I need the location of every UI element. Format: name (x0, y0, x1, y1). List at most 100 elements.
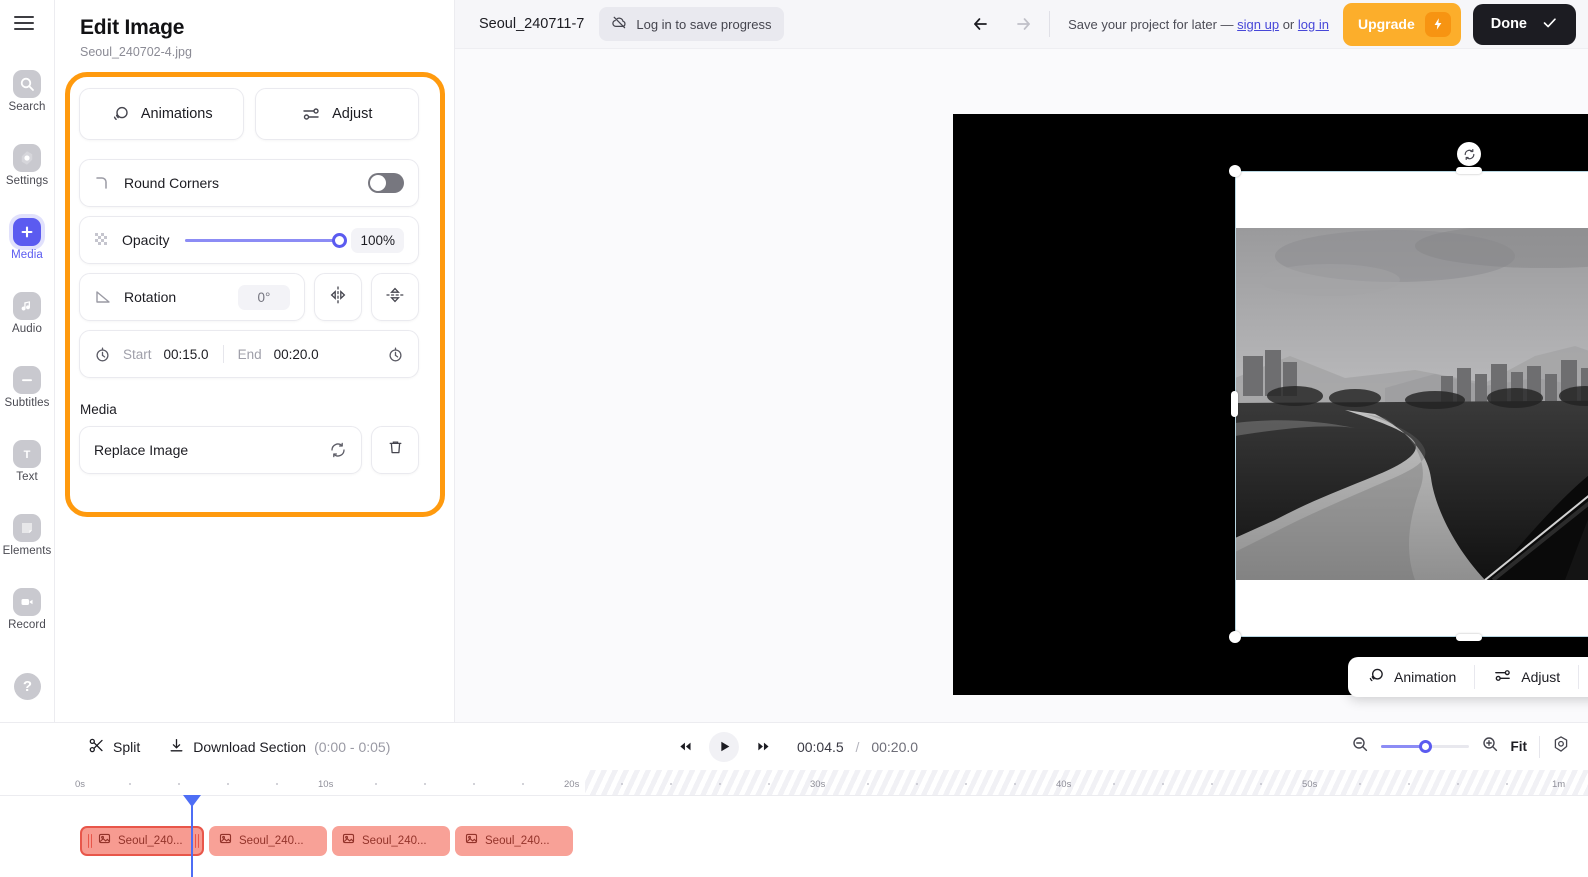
animations-icon (110, 104, 130, 124)
zoom-out-icon[interactable] (1351, 735, 1369, 758)
hamburger-icon[interactable] (14, 12, 40, 34)
timeline-zoom-slider[interactable] (1380, 739, 1469, 755)
control-stack: Round Corners Opacity 100% Rotation 0° S… (79, 159, 419, 378)
upper-region: Search Settings Media Audio Subtitles T … (0, 0, 1588, 722)
end-label: End (237, 346, 262, 362)
total-time: 00:20.0 (871, 738, 919, 755)
fit-button[interactable]: Fit (1511, 739, 1528, 754)
timeline-clip[interactable]: Seoul_240... (80, 826, 204, 856)
clip-label: Seoul_240... (118, 835, 183, 847)
ruler-tick: 30s (810, 779, 826, 790)
tab-label: Animations (140, 106, 213, 122)
timeline-settings-icon[interactable] (1552, 735, 1570, 758)
end-value[interactable]: 00:20.0 (274, 347, 319, 362)
image-icon (342, 832, 355, 850)
sliders-icon (1493, 666, 1512, 688)
delete-image-button[interactable] (371, 426, 419, 474)
selected-image-object[interactable] (1229, 142, 1588, 643)
flip-horizontal-icon (327, 284, 349, 311)
resize-handle-top-left[interactable] (1229, 165, 1241, 177)
canvas-adjust-button[interactable]: Adjust (1475, 657, 1578, 697)
download-label: Download Section (193, 738, 307, 755)
flip-vertical-icon (384, 284, 406, 311)
zoom-in-icon[interactable] (1481, 735, 1499, 758)
timing-row[interactable]: Start 00:15.0 End 00:20.0 (79, 330, 419, 378)
round-corners-toggle[interactable] (368, 173, 404, 193)
time-readout: 00:04.5 / 00:20.0 (797, 739, 918, 755)
download-section-button[interactable]: Download Section (0:00 - 0:05) (168, 737, 390, 757)
timeline-clip[interactable]: Seoul_240... (332, 826, 450, 856)
timeline-clip[interactable]: Seoul_240... (455, 826, 573, 856)
svg-text:T: T (24, 449, 31, 461)
split-button[interactable]: Split (88, 737, 140, 757)
opacity-slider[interactable] (185, 230, 348, 250)
sidebar-item-media[interactable]: Media (0, 202, 55, 276)
upgrade-button[interactable]: Upgrade (1342, 2, 1461, 46)
playhead[interactable] (183, 795, 201, 877)
replace-image-label: Replace Image (94, 442, 189, 458)
image-icon (98, 832, 111, 850)
opacity-row[interactable]: Opacity 100% (79, 216, 419, 264)
tab-adjust[interactable]: Adjust (254, 88, 419, 140)
split-label: Split (113, 738, 141, 755)
undo-arrow-icon[interactable] (971, 14, 995, 34)
log-in-link[interactable]: log in (1298, 17, 1329, 32)
round-corners-row[interactable]: Round Corners (79, 159, 419, 207)
help-button[interactable]: ? (14, 673, 41, 700)
flip-vertical-button[interactable] (371, 273, 419, 321)
timeline-ruler[interactable]: 0s 10s 20s 30s 40s 50s 1m (0, 770, 1588, 796)
canvas-animation-button[interactable]: Animation (1348, 657, 1474, 697)
timeline-track[interactable]: Seoul_240... Seoul_240... Seoul_240... S… (0, 795, 1588, 877)
right-region: Seoul_240711-7 Log in to save progress S… (455, 0, 1588, 722)
search-icon (13, 69, 41, 98)
timeline-clip[interactable]: Seoul_240... (209, 826, 327, 856)
gear-icon (13, 143, 41, 172)
rotation-value: 0° (238, 284, 290, 310)
sidebar-item-label: Text (16, 470, 38, 483)
resize-handle-top-edge[interactable] (1456, 167, 1482, 174)
resize-handle-bottom-left[interactable] (1229, 631, 1241, 643)
login-save-chip[interactable]: Log in to save progress (599, 7, 784, 41)
sign-up-link[interactable]: sign up (1237, 17, 1279, 32)
page-title: Edit Image (80, 16, 185, 39)
more-options-icon[interactable]: ••• (1579, 657, 1588, 697)
fast-forward-icon[interactable] (748, 732, 778, 762)
tab-animations[interactable]: Animations (79, 88, 244, 140)
clip-label: Seoul_240... (239, 835, 304, 847)
sidebar-item-record[interactable]: Record (0, 572, 55, 646)
transport-controls: 00:04.5 / 00:20.0 (670, 731, 918, 762)
clip-trim-handle-left[interactable] (88, 834, 91, 848)
help-label: ? (22, 678, 33, 695)
project-name[interactable]: Seoul_240711-7 (479, 16, 584, 32)
sidebar-item-settings[interactable]: Settings (0, 128, 55, 202)
sidebar-item-audio[interactable]: Audio (0, 276, 55, 350)
sidebar-item-subtitles[interactable]: Subtitles (0, 350, 55, 424)
start-value[interactable]: 00:15.0 (164, 347, 209, 362)
sidebar-item-text[interactable]: T Text (0, 424, 55, 498)
resize-handle-bottom-edge[interactable] (1456, 634, 1482, 641)
image-icon (465, 832, 478, 850)
time-separator: / (855, 738, 860, 755)
timeline-toolbar: Split Download Section (0:00 - 0:05) 00: (0, 723, 1588, 770)
rotate-icon[interactable] (1457, 142, 1481, 166)
clip-label: Seoul_240... (362, 835, 427, 847)
play-icon[interactable] (708, 731, 739, 762)
clip-trim-handle-right[interactable] (195, 834, 198, 848)
rotation-control[interactable]: Rotation 0° (79, 273, 305, 321)
sidebar-item-elements[interactable]: Elements (0, 498, 55, 572)
done-button[interactable]: Done (1472, 3, 1576, 45)
lightning-bolt-icon (1424, 11, 1451, 37)
flip-horizontal-button[interactable] (314, 273, 362, 321)
panel-controls: Animations Adjust Round Corners Opacity … (79, 88, 419, 474)
ruler-tick: 20s (564, 779, 580, 790)
resize-handle-left-edge[interactable] (1231, 391, 1238, 417)
rewind-icon[interactable] (670, 732, 700, 762)
ruler-tick: 1m (1552, 779, 1566, 790)
media-actions: Replace Image (79, 426, 419, 474)
sidebar-item-search[interactable]: Search (0, 54, 55, 128)
panel-subtitle: Seoul_240702-4.jpg (80, 45, 192, 59)
replace-image-button[interactable]: Replace Image (79, 426, 362, 474)
ruler-tick: 50s (1302, 779, 1318, 790)
canvas-stage: Animation Adjust ••• (455, 49, 1588, 722)
redo-arrow-icon[interactable] (1009, 14, 1033, 34)
